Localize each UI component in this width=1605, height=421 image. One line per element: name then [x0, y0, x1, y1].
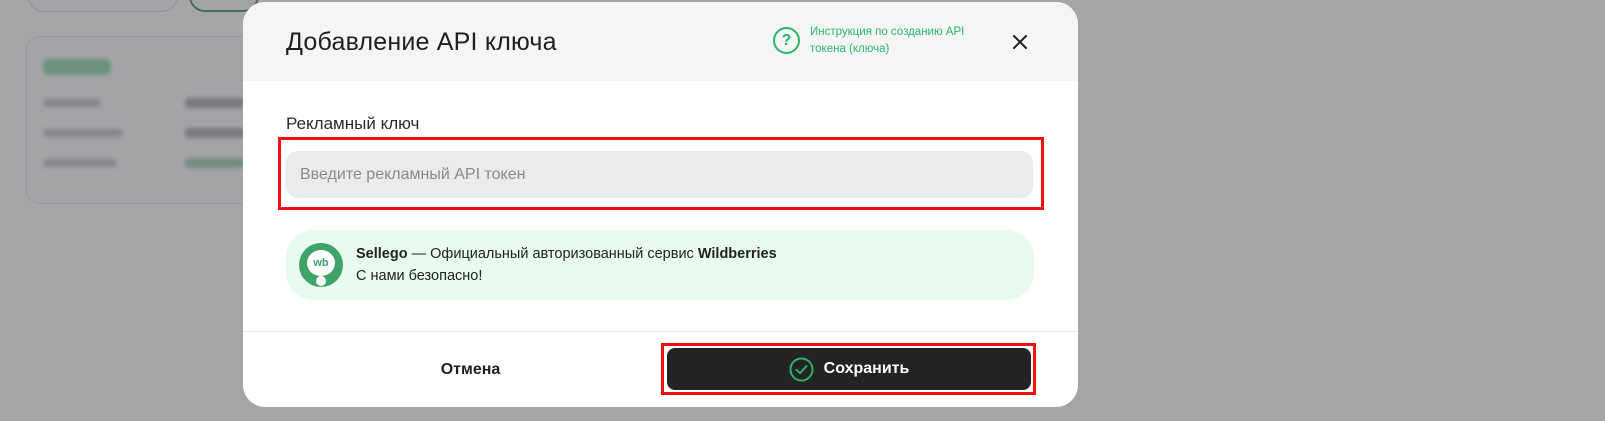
logo-check-badge: [316, 276, 326, 286]
dialog-header: Добавление API ключа ? Инструкция по соз…: [243, 2, 1078, 81]
dialog-title: Добавление API ключа: [286, 28, 557, 56]
add-api-key-dialog: Добавление API ключа ? Инструкция по соз…: [243, 2, 1078, 407]
brand-name: Sellego: [356, 246, 408, 262]
close-button[interactable]: [1007, 29, 1033, 55]
info-line-1: Sellego — Официальный авторизованный сер…: [356, 246, 777, 262]
cancel-button[interactable]: Отмена: [363, 348, 578, 392]
wb-logo-text: wb: [307, 250, 335, 276]
question-circle-icon: ?: [773, 27, 800, 54]
instruction-link[interactable]: ? Инструкция по созданию API токена (клю…: [773, 24, 970, 58]
save-button-label: Сохранить: [823, 360, 910, 377]
platform-name: Wildberries: [697, 246, 777, 262]
wb-logo-icon: wb: [299, 243, 343, 287]
footer-divider: [243, 331, 1078, 332]
security-info-banner: wb Sellego — Официальный авторизованный …: [286, 230, 1034, 300]
info-line-2: С нами безопасно!: [356, 268, 483, 284]
save-button[interactable]: Сохранить: [667, 348, 1031, 390]
ad-api-token-input[interactable]: [286, 151, 1033, 198]
instruction-link-label: Инструкция по созданию API токена (ключа…: [810, 26, 965, 55]
check-circle-icon: [789, 357, 814, 381]
ad-key-label: Рекламный ключ: [286, 114, 420, 133]
info-description: — Официальный авторизованный сервис: [407, 246, 698, 262]
close-icon: [1013, 35, 1027, 49]
